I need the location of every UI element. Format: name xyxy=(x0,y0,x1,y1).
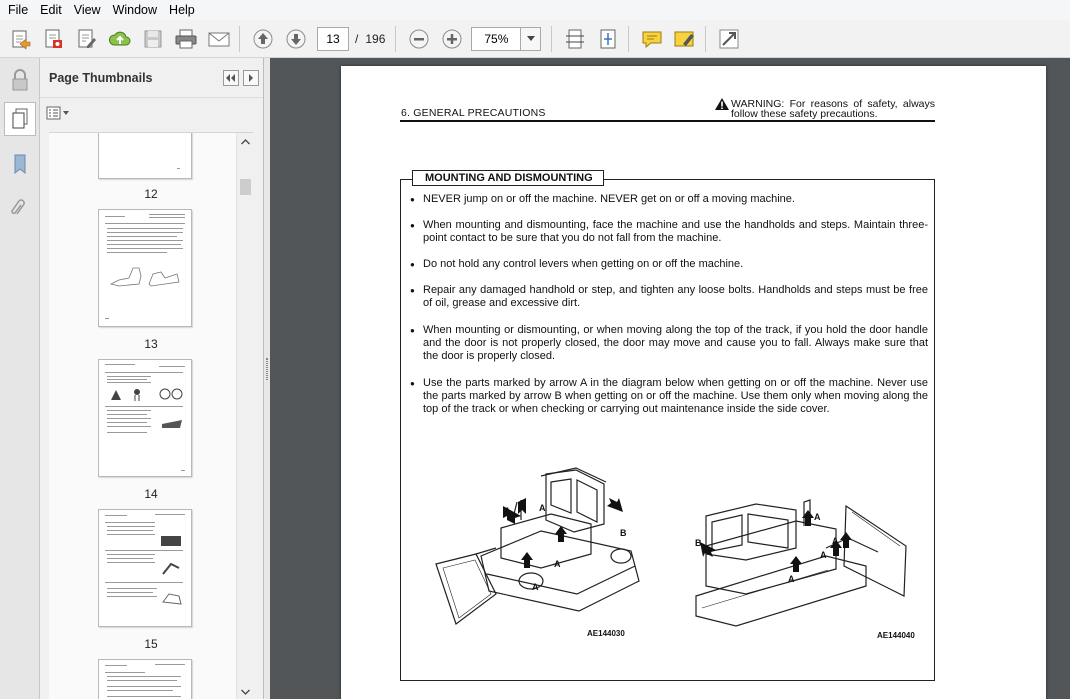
scroll-up-icon[interactable] xyxy=(237,133,253,150)
toolbar-separator xyxy=(628,25,630,52)
zoom-level-input[interactable]: 75% xyxy=(471,26,522,51)
arrow-b-label: B xyxy=(695,538,702,548)
menu-help[interactable]: Help xyxy=(163,0,201,20)
warning-note: WARNING: For reasons of safety, always f… xyxy=(715,98,935,120)
toolbar-separator xyxy=(395,25,397,52)
arrow-b-label: B xyxy=(620,528,627,538)
thumbnail-page[interactable] xyxy=(98,133,192,179)
lock-icon[interactable] xyxy=(6,66,34,94)
menu-view[interactable]: View xyxy=(68,0,107,20)
scroll-thumb[interactable] xyxy=(240,179,251,195)
bullet-item: Repair any damaged handhold or step, and… xyxy=(410,284,928,310)
figure-code: AE144040 xyxy=(877,631,915,640)
arrow-markers-front xyxy=(503,498,623,568)
page-number-input[interactable]: 13 xyxy=(317,26,349,51)
thumbnail-label: 13 xyxy=(144,337,158,351)
previous-page-icon[interactable] xyxy=(248,24,278,54)
fit-page-icon[interactable] xyxy=(593,24,623,54)
toolbar: 13 / 196 75% xyxy=(0,20,1070,58)
save-icon[interactable] xyxy=(138,24,168,54)
thumbnail-page[interactable] xyxy=(98,359,192,477)
attachments-icon[interactable] xyxy=(6,193,34,221)
print-icon[interactable] xyxy=(171,24,201,54)
bookmarks-icon[interactable] xyxy=(6,150,34,178)
create-pdf-icon[interactable] xyxy=(39,24,69,54)
pdf-page: 6. GENERAL PRECAUTIONS WARNING: For reas… xyxy=(341,66,1046,699)
bullet-item: When mounting and dismounting, face the … xyxy=(410,219,928,245)
edit-pdf-icon[interactable] xyxy=(72,24,102,54)
expand-panel-button[interactable] xyxy=(243,70,259,86)
fit-width-icon[interactable] xyxy=(560,24,590,54)
menu-file[interactable]: File xyxy=(2,0,34,20)
bullet-item: Do not hold any control levers when gett… xyxy=(410,258,928,271)
thumbnails-scrollbar[interactable] xyxy=(236,133,253,699)
page-thumbnails-icon[interactable] xyxy=(4,102,36,136)
figure-code: AE144030 xyxy=(587,629,625,638)
arrow-a-label: A xyxy=(532,582,539,592)
warning-text: WARNING: For reasons of safety, always f… xyxy=(731,98,935,120)
bullet-item: When mounting or dismounting, or when mo… xyxy=(410,324,928,363)
total-pages: 196 xyxy=(365,31,386,46)
toolbar-separator xyxy=(239,25,240,52)
thumbnail-label: 14 xyxy=(144,487,158,501)
page-separator: / xyxy=(355,31,359,46)
collapse-panel-button[interactable] xyxy=(223,70,239,86)
box-title: MOUNTING AND DISMOUNTING xyxy=(412,170,604,186)
menu-window[interactable]: Window xyxy=(107,0,163,20)
header-rule xyxy=(400,120,935,122)
thumbnails-panel: Page Thumbnails 12 13 14 15 xyxy=(40,58,264,699)
warning-icon xyxy=(715,98,729,110)
menu-edit[interactable]: Edit xyxy=(34,0,68,20)
arrow-a-label: A xyxy=(814,512,821,522)
zoom-dropdown-icon[interactable] xyxy=(521,26,542,51)
menu-bar: File Edit View Window Help xyxy=(0,0,1070,20)
thumbnail-page[interactable] xyxy=(98,509,192,627)
arrow-a-label: A xyxy=(832,536,839,546)
thumbnail-label: 15 xyxy=(144,637,158,651)
email-icon[interactable] xyxy=(204,24,234,54)
thumbnails-header: Page Thumbnails xyxy=(40,58,263,98)
toolbar-separator xyxy=(551,25,553,52)
open-icon[interactable] xyxy=(6,24,36,54)
arrow-markers-rear xyxy=(700,510,852,572)
next-page-icon[interactable] xyxy=(281,24,311,54)
document-view: 6. GENERAL PRECAUTIONS WARNING: For reas… xyxy=(270,58,1070,699)
zoom-out-icon[interactable] xyxy=(404,24,434,54)
arrow-a-label: A xyxy=(539,503,546,513)
arrow-a-label: A xyxy=(788,574,795,584)
thumbnail-label: 12 xyxy=(144,187,158,201)
bullet-item: Use the parts marked by arrow A in the d… xyxy=(410,377,928,416)
fullscreen-icon[interactable] xyxy=(714,24,744,54)
arrow-a-label: A xyxy=(504,506,511,516)
bullet-item: NEVER jump on or off the machine. NEVER … xyxy=(410,193,928,206)
thumbnail-page[interactable] xyxy=(98,209,192,327)
arrow-a-label: A xyxy=(554,559,561,569)
thumbnail-options-icon[interactable] xyxy=(46,104,72,122)
zoom-in-icon[interactable] xyxy=(437,24,467,54)
scroll-down-icon[interactable] xyxy=(237,683,253,699)
navigation-pane-strip xyxy=(0,58,40,699)
thumbnails-title: Page Thumbnails xyxy=(49,70,153,85)
upload-icon[interactable] xyxy=(105,24,135,54)
thumbnail-page[interactable] xyxy=(98,659,192,699)
section-heading: 6. GENERAL PRECAUTIONS xyxy=(401,107,546,119)
arrow-a-label: A xyxy=(820,550,827,560)
highlight-icon[interactable] xyxy=(670,24,700,54)
thumbnails-list: 12 13 14 15 xyxy=(49,132,253,699)
comment-icon[interactable] xyxy=(637,24,667,54)
toolbar-separator xyxy=(705,25,707,52)
